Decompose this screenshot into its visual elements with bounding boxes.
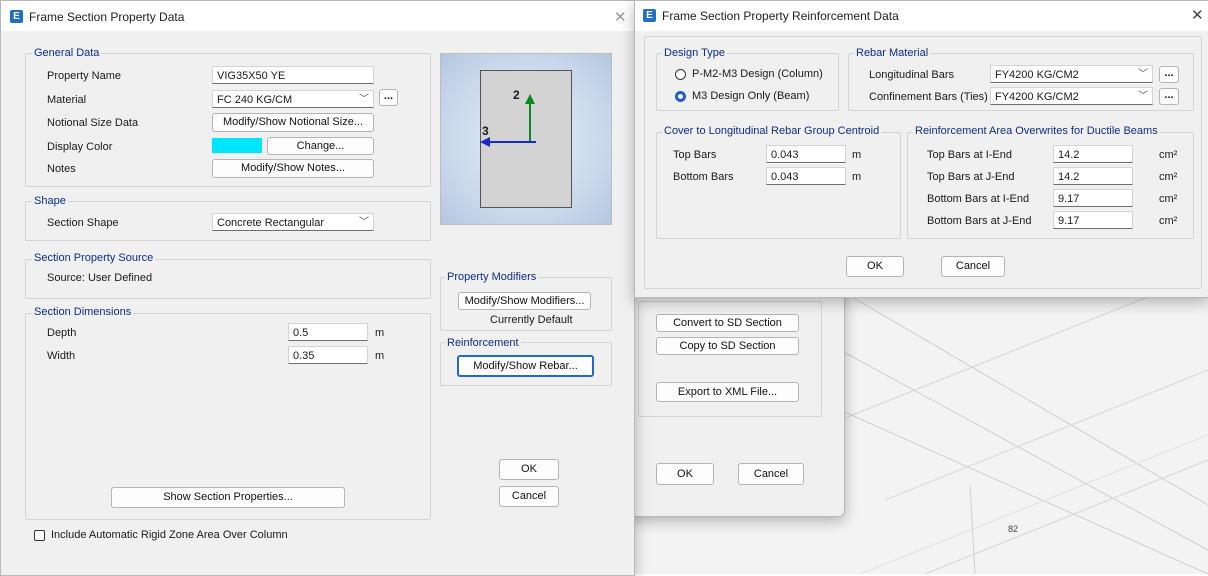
axis-3-label: 3 (482, 124, 489, 138)
confinement-bars-select[interactable]: FY4200 KG/CM2 ﹀ (990, 87, 1153, 105)
rebar-ok-button[interactable]: OK (846, 256, 904, 277)
shape-legend: Shape (32, 195, 68, 207)
export-xml-button[interactable]: Export to XML File... (656, 382, 799, 402)
material-more-button[interactable]: ... (379, 89, 398, 106)
column-design-label: P-M2-M3 Design (Column) (692, 68, 823, 80)
property-name-label: Property Name (47, 70, 121, 82)
depth-unit: m (375, 327, 385, 339)
main-ok-button[interactable]: OK (499, 459, 559, 480)
rebar-titlebar[interactable]: E Frame Section Property Reinforcement D… (635, 1, 1208, 31)
longitudinal-bars-label: Longitudinal Bars (869, 69, 955, 81)
source-legend: Section Property Source (32, 252, 156, 264)
main-titlebar[interactable]: E Frame Section Property Data ✕ (1, 1, 634, 31)
material-select[interactable]: FC 240 KG/CM ﹀ (212, 90, 374, 108)
notes-button[interactable]: Modify/Show Notes... (212, 159, 374, 178)
overwrite-row-unit: cm² (1159, 149, 1178, 161)
width-input[interactable]: 0.35 (288, 346, 368, 364)
longitudinal-more-button[interactable]: ... (1159, 66, 1179, 83)
column-design-radio[interactable] (675, 69, 686, 80)
beam-design-radio[interactable] (675, 91, 686, 102)
top-bars-cover-unit: m (852, 149, 862, 161)
rebar-material-legend: Rebar Material (854, 47, 931, 59)
display-color-label: Display Color (47, 141, 113, 153)
depth-input[interactable]: 0.5 (288, 323, 368, 341)
width-label: Width (47, 350, 76, 362)
modify-rebar-button[interactable]: Modify/Show Rebar... (457, 355, 594, 377)
copy-to-sd-section-button[interactable]: Copy to SD Section (656, 337, 799, 355)
longitudinal-bars-select[interactable]: FY4200 KG/CM2 ﹀ (990, 65, 1153, 83)
convert-to-sd-section-button[interactable]: Convert to SD Section (656, 314, 799, 332)
width-unit: m (375, 350, 385, 362)
back-ok-button[interactable]: OK (656, 463, 714, 485)
local-axes (480, 94, 536, 147)
frame-section-dialog: E Frame Section Property Data ✕ General … (0, 0, 635, 576)
chevron-down-icon: ﹀ (1138, 69, 1148, 80)
overwrite-row-label: Top Bars at J-End (927, 171, 1015, 183)
section-shape-select[interactable]: Concrete Rectangular ﹀ (212, 213, 374, 231)
notional-size-label: Notional Size Data (47, 117, 139, 129)
overwrite-row-label: Top Bars at I-End (927, 149, 1012, 161)
overwrite-row-label: Bottom Bars at I-End (927, 193, 1030, 205)
overwrites-legend: Reinforcement Area Overwrites for Ductil… (913, 125, 1160, 137)
main-close-icon[interactable]: ✕ (614, 8, 627, 26)
bottom-bars-cover-input[interactable]: 0.043 (766, 167, 846, 185)
rebar-dialog-title: Frame Section Property Reinforcement Dat… (662, 9, 899, 23)
overwrite-row-unit: cm² (1159, 193, 1178, 205)
section-preview: 2 3 (440, 53, 612, 225)
property-modifiers-legend: Property Modifiers (445, 271, 539, 283)
material-label: Material (47, 94, 87, 106)
overwrite-row-label: Bottom Bars at J-End (927, 215, 1032, 227)
rebar-close-icon[interactable]: ✕ (1191, 6, 1204, 24)
grid-label: 82 (1008, 524, 1019, 534)
notional-size-button[interactable]: Modify/Show Notional Size... (212, 113, 374, 132)
chevron-down-icon: ﹀ (1138, 91, 1148, 102)
modify-modifiers-button[interactable]: Modify/Show Modifiers... (458, 292, 591, 310)
display-color-swatch (212, 138, 262, 153)
bottom-bars-cover-label: Bottom Bars (673, 171, 734, 183)
show-section-properties-button[interactable]: Show Section Properties... (111, 487, 345, 508)
rigid-zone-checkbox[interactable] (34, 530, 45, 541)
confinement-bars-value: FY4200 KG/CM2 (995, 91, 1079, 103)
bottom-bars-cover-unit: m (852, 171, 862, 183)
property-name-input[interactable]: VIG35X50 YE (212, 66, 374, 84)
confinement-bars-label: Confinement Bars (Ties) (869, 91, 988, 103)
axis-2-label: 2 (513, 88, 520, 102)
back-cancel-button[interactable]: Cancel (738, 463, 804, 485)
confinement-more-button[interactable]: ... (1159, 88, 1179, 105)
top-bars-cover-input[interactable]: 0.043 (766, 145, 846, 163)
reinforcement-legend: Reinforcement (445, 337, 521, 349)
main-cancel-button[interactable]: Cancel (499, 486, 559, 507)
back-dialog: Convert to SD Section Copy to SD Section… (625, 280, 845, 517)
beam-design-label: M3 Design Only (Beam) (692, 90, 810, 102)
general-data-legend: General Data (32, 47, 102, 59)
chevron-down-icon: ﹀ (359, 94, 369, 105)
rigid-zone-label: Include Automatic Rigid Zone Area Over C… (51, 529, 288, 541)
etabs-app-icon: E (10, 10, 23, 23)
source-text: Source: User Defined (47, 272, 153, 284)
overwrite-row-input[interactable]: 9.17 (1053, 211, 1133, 229)
material-value: FC 240 KG/CM (217, 94, 293, 106)
dimensions-legend: Section Dimensions (32, 306, 134, 318)
overwrite-row-input[interactable]: 14.2 (1053, 145, 1133, 163)
notes-label: Notes (47, 163, 76, 175)
overwrite-row-unit: cm² (1159, 215, 1178, 227)
design-type-group (656, 53, 839, 111)
main-dialog-title: Frame Section Property Data (29, 10, 185, 24)
top-bars-cover-label: Top Bars (673, 149, 717, 161)
cover-legend: Cover to Longitudinal Rebar Group Centro… (662, 125, 882, 137)
section-shape-label: Section Shape (47, 217, 119, 229)
modifiers-status: Currently Default (490, 314, 573, 326)
section-shape-value: Concrete Rectangular (217, 217, 325, 229)
overwrite-row-input[interactable]: 14.2 (1053, 167, 1133, 185)
depth-label: Depth (47, 327, 77, 339)
rebar-dialog: E Frame Section Property Reinforcement D… (634, 0, 1208, 298)
chevron-down-icon: ﹀ (359, 217, 369, 228)
change-color-button[interactable]: Change... (267, 137, 374, 155)
overwrite-row-unit: cm² (1159, 171, 1178, 183)
design-type-legend: Design Type (662, 47, 727, 59)
overwrite-row-input[interactable]: 9.17 (1053, 189, 1133, 207)
etabs-app-icon: E (643, 9, 656, 22)
longitudinal-bars-value: FY4200 KG/CM2 (995, 69, 1079, 81)
rebar-cancel-button[interactable]: Cancel (941, 256, 1005, 277)
